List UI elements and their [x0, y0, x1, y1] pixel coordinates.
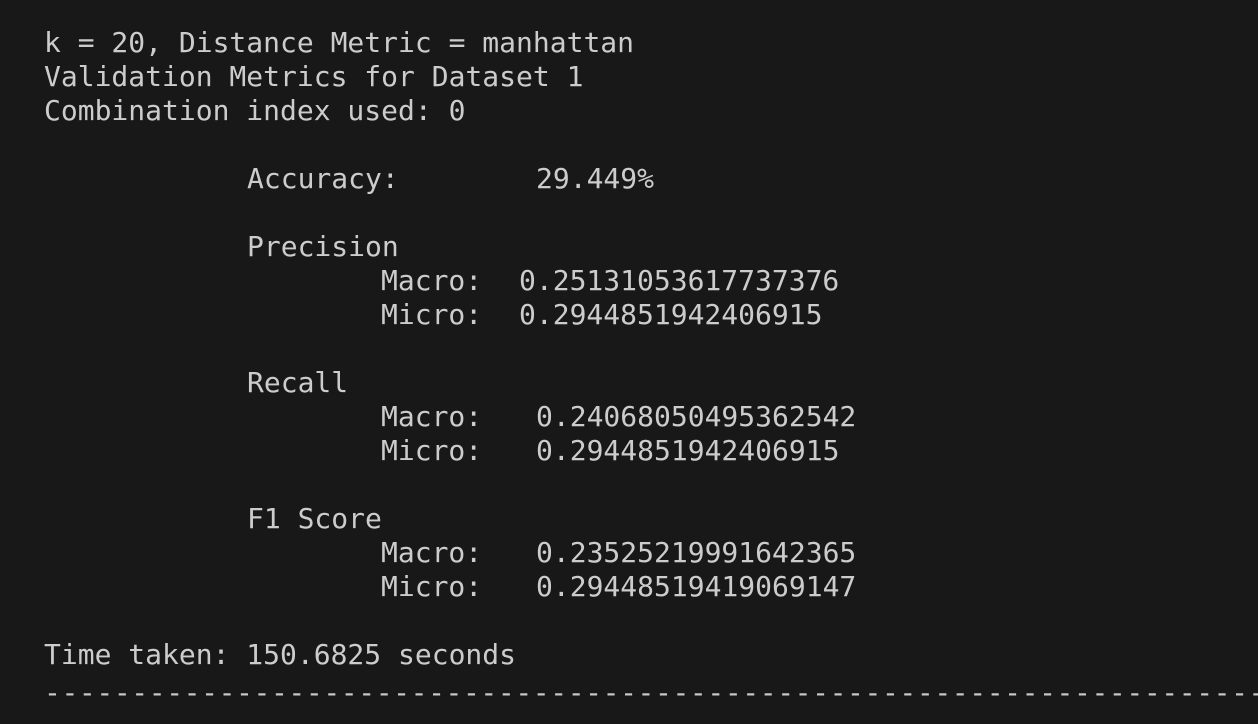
- f1-micro-value: 0.29448519419069147: [536, 570, 857, 603]
- f1-macro-value: 0.23525219991642365: [536, 536, 857, 569]
- separator-line: ----------------------------------------…: [44, 676, 1258, 709]
- accuracy-label: Accuracy:: [247, 162, 399, 195]
- terminal-output[interactable]: k = 20, Distance Metric = manhattan Vali…: [0, 0, 1258, 724]
- params-line: k = 20, Distance Metric = manhattan: [44, 26, 635, 59]
- combination-line: Combination index used: 0: [44, 94, 466, 127]
- time-taken-line: Time taken: 150.6825 seconds: [44, 638, 517, 671]
- precision-macro-label: Macro:: [381, 264, 483, 297]
- f1-macro-label: Macro:: [381, 536, 483, 569]
- f1-title: F1 Score: [247, 502, 382, 535]
- precision-micro-label: Micro:: [381, 298, 483, 331]
- recall-micro-value: 0.2944851942406915: [536, 434, 840, 467]
- recall-macro-value: 0.24068050495362542: [536, 400, 857, 433]
- validation-title: Validation Metrics for Dataset 1: [44, 60, 584, 93]
- recall-title: Recall: [247, 366, 349, 399]
- recall-macro-label: Macro:: [381, 400, 483, 433]
- accuracy-value: 29.449%: [536, 162, 655, 195]
- precision-macro-value: 0.25131053617737376: [519, 264, 840, 297]
- precision-micro-value: 0.2944851942406915: [519, 298, 823, 331]
- recall-micro-label: Micro:: [381, 434, 483, 467]
- f1-micro-label: Micro:: [381, 570, 483, 603]
- precision-title: Precision: [247, 230, 399, 263]
